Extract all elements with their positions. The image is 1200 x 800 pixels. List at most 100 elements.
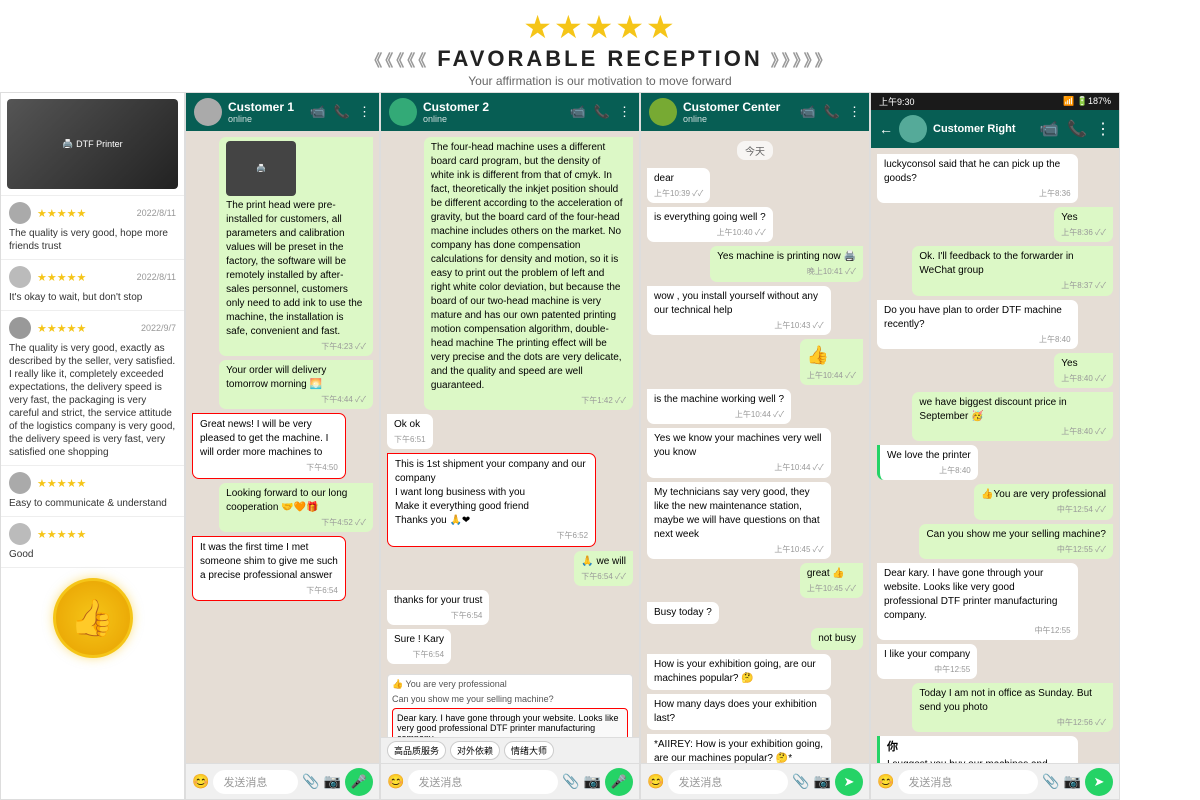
chat-message: luckyconsol said that he can pick up the… [877, 154, 1078, 203]
message-text: *AIIREY: How is your exhibition going, a… [654, 739, 823, 763]
quick-reply-btn[interactable]: 高品质服务 [387, 741, 446, 760]
chat-input[interactable]: 发送消息 [898, 770, 1038, 794]
send-button[interactable]: ➤ [835, 768, 863, 796]
chat-message: How many days does your exhibition last? [647, 694, 831, 730]
message-text: is everything going well ? [654, 212, 766, 223]
review-stars: ★★★★★ [37, 207, 86, 220]
camera-icon[interactable]: 📷 [814, 773, 831, 790]
camera-icon[interactable]: 📷 [324, 773, 341, 790]
emoji-icon[interactable]: 😊 [387, 773, 404, 790]
review-text: It's okay to wait, but don't stop [9, 291, 176, 304]
chat-message: My technicians say very good, they like … [647, 482, 831, 559]
more-icon[interactable]: ⋮ [618, 104, 631, 120]
right-chat-panel: 上午9:30 📶 🔋187% ← Customer Right 📹 📞 ⋮ lu… [870, 92, 1120, 800]
attach-icon[interactable]: 📎 [302, 773, 319, 790]
message-time: 上午10:43 ✓✓ [654, 320, 824, 331]
video-icon[interactable]: 📹 [1039, 119, 1059, 139]
attach-icon[interactable]: 📎 [1042, 773, 1059, 790]
back-icon[interactable]: ← [879, 121, 893, 137]
send-button[interactable]: ➤ [1085, 768, 1113, 796]
video-icon[interactable]: 📹 [570, 104, 586, 120]
chat-panel-1: Customer 1 online 📹 📞 ⋮ 🖨️ The print hea… [185, 92, 380, 800]
more-icon[interactable]: ⋮ [848, 104, 861, 120]
attach-icon[interactable]: 📎 [562, 773, 579, 790]
chat-message: 你 I suggest you buy our machines and con… [877, 736, 1078, 763]
camera-icon[interactable]: 📷 [1064, 773, 1081, 790]
message-text: Yes [1061, 212, 1077, 223]
chat-message: Yes 上午8:40 ✓✓ [1054, 353, 1113, 388]
subtitle-text: Your affirmation is our motivation to mo… [468, 74, 731, 88]
chat-input[interactable]: 发送消息 [408, 770, 558, 794]
message-time: 下午1:42 ✓✓ [431, 395, 626, 406]
message-text: Can you show me your selling machine? [926, 529, 1106, 540]
chat-name: Customer 2 [423, 100, 564, 114]
phone-icon[interactable]: 📞 [594, 104, 610, 120]
message-time: 上午8:40 ✓✓ [919, 426, 1106, 437]
emoji-icon[interactable]: 😊 [647, 773, 664, 790]
time-display: 上午9:30 [879, 95, 915, 108]
chat-header-center: Customer Center online 📹 📞 ⋮ [641, 93, 869, 131]
message-time: 下午6:51 [394, 434, 426, 445]
message-time: 上午10:39 ✓✓ [654, 188, 703, 199]
message-text: It was the first time I met someone shim… [200, 542, 338, 581]
message-text: How many days does your exhibition last? [654, 699, 817, 724]
status-bar: 上午9:30 📶 🔋187% [871, 93, 1119, 110]
message-time: 中午12:54 ✓✓ [981, 504, 1106, 515]
chat-message: Yes 上午8:36 ✓✓ [1054, 207, 1113, 242]
more-icon[interactable]: ⋮ [1095, 119, 1111, 139]
chat-message: Dear kary. I have gone through your webs… [877, 563, 1078, 640]
message-text: 🙏 we will [581, 556, 626, 567]
message-text: Looking forward to our long cooperation … [226, 488, 347, 513]
send-button[interactable]: 🎤 [605, 768, 633, 796]
signal-display: 📶 🔋187% [1063, 96, 1111, 107]
review-text: The quality is very good, exactly as des… [9, 342, 176, 459]
video-icon[interactable]: 📹 [800, 104, 816, 120]
header-action-icons: 📹 📞 ⋮ [1039, 119, 1111, 139]
emoji-icon[interactable]: 😊 [192, 773, 209, 790]
message-text: great 👍 [807, 568, 845, 579]
main-content: 🖨️ DTF Printer ★★★★★ 2022/8/11 The quali… [0, 92, 1200, 800]
emoji-icon[interactable]: 😊 [877, 773, 894, 790]
chat-header-2: Customer 2 online 📹 📞 ⋮ [381, 93, 639, 131]
attach-icon[interactable]: 📎 [792, 773, 809, 790]
message-time: 上午10:44 ✓✓ [807, 370, 856, 381]
message-text: dear [654, 173, 674, 184]
product-image: 🖨️ DTF Printer [7, 99, 178, 189]
favorable-title: 《《《《《 FAVORABLE RECEPTION 》》》》》 [366, 46, 834, 72]
right-chat-body: luckyconsol said that he can pick up the… [871, 148, 1119, 763]
review-stars: ★★★★★ [37, 528, 86, 541]
avatar [9, 202, 31, 224]
chat-input[interactable]: 发送消息 [213, 770, 298, 794]
message-time: 下午4:52 ✓✓ [226, 517, 366, 528]
message-text: Today I am not in office as Sunday. But … [919, 688, 1092, 713]
left-arrows: 《《《《《 [366, 47, 429, 71]
chat-message: Yes machine is printing now 🖨️ 晚上10:41 ✓… [710, 246, 863, 281]
chat-panel-center: Customer Center online 📹 📞 ⋮ 今天 dear 上午1… [640, 92, 870, 800]
chat-message: 👍You are very professional 中午12:54 ✓✓ [974, 484, 1113, 519]
avatar [9, 472, 31, 494]
chat-header-icons: 📹 📞 ⋮ [800, 104, 861, 120]
phone-icon[interactable]: 📞 [1067, 119, 1087, 139]
phone-icon[interactable]: 📞 [334, 104, 350, 120]
chat-message: Busy today ? [647, 602, 719, 624]
message-time: 上午10:44 ✓✓ [654, 409, 784, 420]
send-button[interactable]: 🎤 [345, 768, 373, 796]
quick-reply-bar: 高品质服务 对外依赖 情绪大师 [381, 737, 639, 763]
chat-message: great 👍 上午10:45 ✓✓ [800, 563, 863, 598]
quick-reply-btn[interactable]: 情绪大师 [504, 741, 554, 760]
message-text: Dear kary. I have gone through your webs… [884, 568, 1057, 621]
header: ★★★★★ 《《《《《 FAVORABLE RECEPTION 》》》》》 Yo… [0, 0, 1200, 92]
camera-icon[interactable]: 📷 [584, 773, 601, 790]
video-icon[interactable]: 📹 [310, 104, 326, 120]
chat-input[interactable]: 发送消息 [668, 770, 788, 794]
message-text: luckyconsol said that he can pick up the… [884, 159, 1060, 184]
more-icon[interactable]: ⋮ [358, 104, 371, 120]
chat-message: I like your company 中午12:55 [877, 644, 977, 679]
message-text: Yes [1061, 358, 1077, 369]
reviews-section: 🖨️ DTF Printer ★★★★★ 2022/8/11 The quali… [0, 92, 185, 800]
phone-icon[interactable]: 📞 [824, 104, 840, 120]
message-text: thanks for your trust [394, 595, 482, 606]
message-time: 上午8:36 ✓✓ [1061, 227, 1106, 238]
quick-reply-btn[interactable]: 对外依赖 [450, 741, 500, 760]
chat-body-center: 今天 dear 上午10:39 ✓✓ is everything going w… [641, 131, 869, 763]
